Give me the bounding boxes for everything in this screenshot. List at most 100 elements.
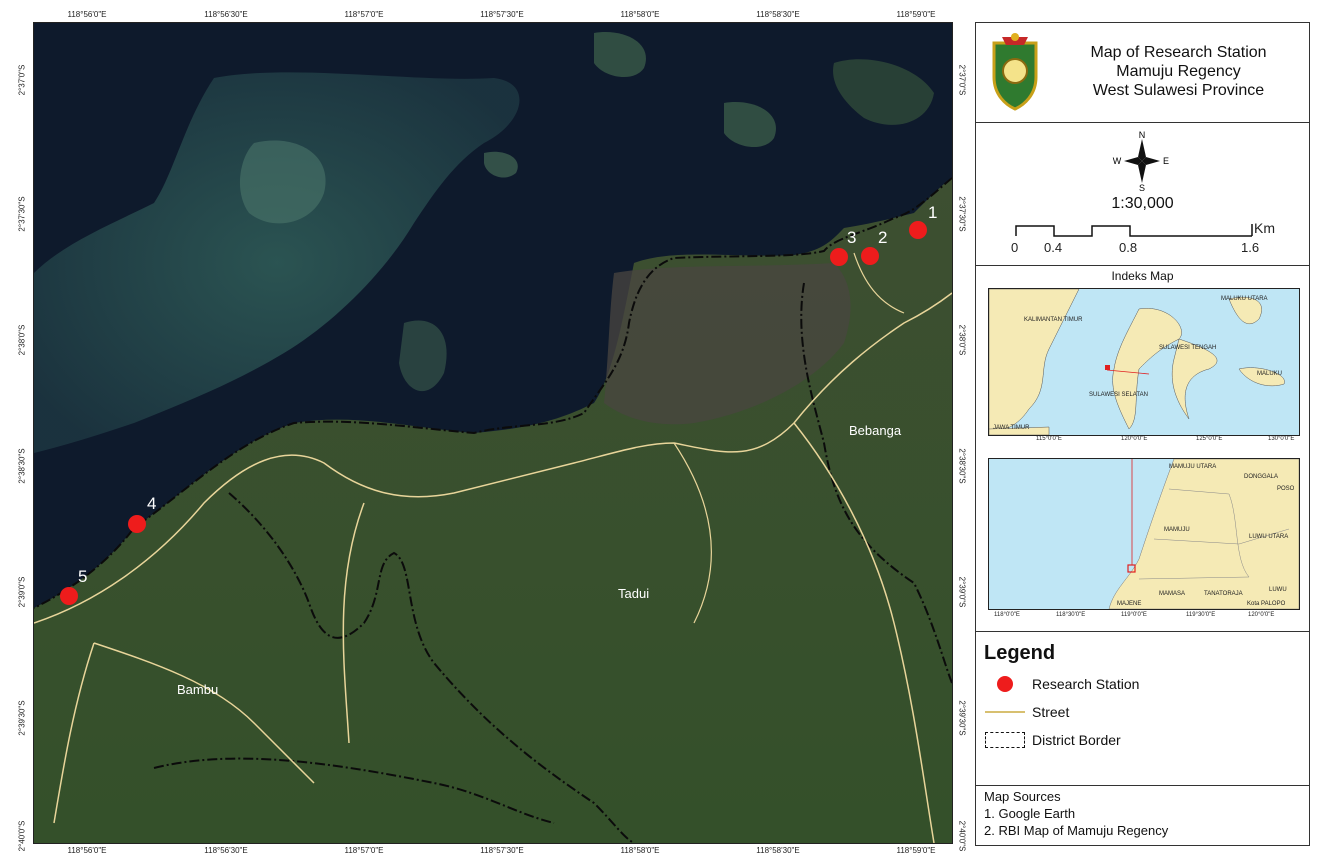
- legend-item: Research Station: [984, 674, 1139, 694]
- scale-bar: [1015, 224, 1253, 237]
- research-station-marker[interactable]: [830, 248, 848, 266]
- index-label: SULAWESI SELATAN: [1089, 392, 1148, 398]
- index-tick: 120°0'0"E: [1121, 436, 1148, 442]
- index-tick: 115°0'0"E: [1036, 436, 1062, 442]
- index-label: LUWU UTARA: [1249, 534, 1289, 540]
- index-tick: 119°0'0"E: [1121, 612, 1147, 618]
- bottom-coord-label: 118°57'0"E: [344, 846, 384, 855]
- index-label: MALUKU: [1257, 371, 1283, 377]
- left-coord-label: 2°39'0"S: [17, 576, 27, 608]
- left-coord-label: 2°37'30"S: [17, 196, 27, 232]
- university-logo: [992, 33, 1038, 111]
- right-coord-label: 2°39'30"S: [957, 700, 967, 736]
- title-box: Map of Research Station Mamuju Regency W…: [976, 23, 1309, 123]
- bottom-coord-label: 118°58'30"E: [756, 846, 800, 855]
- scale-ratio: 1:30,000: [1111, 195, 1174, 212]
- index-label: MAJENE: [1117, 601, 1142, 607]
- index-label: MAMASA: [1159, 591, 1186, 597]
- source-item: 1. Google Earth: [984, 806, 1076, 821]
- index-tick: 130°0'0"E: [1268, 436, 1295, 442]
- research-station-label: 4: [147, 494, 156, 513]
- left-coord-label: 2°38'30"S: [17, 448, 27, 484]
- north-label: N: [1139, 131, 1146, 140]
- left-coord-label: 2°37'0"S: [17, 64, 27, 96]
- right-coord-label: 2°38'30"S: [957, 448, 967, 484]
- index-map-upper[interactable]: KALIMANTAN TIMUR MALUKU UTARA SULAWESI T…: [988, 288, 1300, 436]
- bottom-coord-label: 118°59'0"E: [896, 846, 936, 855]
- bottom-coord-label: 118°58'0"E: [620, 846, 660, 855]
- index-label: MAMUJU UTARA: [1169, 464, 1217, 470]
- source-item: 2. RBI Map of Mamuju Regency: [984, 823, 1169, 838]
- index-map-lower[interactable]: MAMUJU UTARA DONGGALA POSO MAMUJU LUWU U…: [988, 458, 1300, 610]
- right-coord-label: 2°37'0"S: [957, 64, 967, 96]
- district-border-icon: [985, 732, 1025, 748]
- research-station-label: 2: [878, 228, 887, 247]
- scale-tick: 1.6: [1241, 240, 1260, 255]
- research-station-marker[interactable]: [909, 221, 927, 239]
- research-station-label: 1: [928, 203, 937, 222]
- index-tick: 119°30'0"E: [1186, 612, 1216, 618]
- east-label: E: [1163, 156, 1169, 166]
- index-label: SULAWESI TENGAH: [1159, 345, 1217, 351]
- index-label: TANATORAJA: [1204, 591, 1243, 597]
- scale-unit: Km: [1254, 220, 1275, 236]
- scale-tick: 0.8: [1119, 240, 1138, 255]
- right-coord-label: 2°39'0"S: [957, 576, 967, 608]
- top-coord-label: 118°56'0"E: [67, 10, 107, 19]
- sources-box: Map Sources 1. Google Earth 2. RBI Map o…: [976, 786, 1309, 845]
- north-arrow-icon: N S W E: [1113, 131, 1169, 191]
- research-station-label: 5: [78, 567, 87, 586]
- index-label: DONGGALA: [1244, 474, 1279, 480]
- top-coord-label: 118°57'30"E: [480, 10, 524, 19]
- research-station-label: 3: [847, 228, 856, 247]
- legend-box: Legend Research Station Street District …: [976, 632, 1309, 786]
- legend-label: District Border: [1032, 732, 1121, 748]
- street-line-icon: [985, 711, 1025, 713]
- index-label: KALIMANTAN TIMUR: [1024, 317, 1083, 323]
- index-label: Kota PALOPO: [1247, 601, 1286, 607]
- scale-tick: 0: [1011, 240, 1019, 255]
- scale-box: N S W E 1:30,000 0 0.4 0.8 1.6 Km: [976, 123, 1309, 266]
- red-dot-icon: [997, 676, 1013, 692]
- scale-tick: 0.4: [1044, 240, 1063, 255]
- map-info-panel: Map of Research Station Mamuju Regency W…: [975, 22, 1310, 846]
- west-label: W: [1113, 156, 1122, 166]
- index-tick: 120°0'0"E: [1248, 612, 1275, 618]
- research-station-marker[interactable]: [60, 587, 78, 605]
- research-station-marker[interactable]: [128, 515, 146, 533]
- index-tick: 118°0'0"E: [994, 612, 1020, 618]
- map-title-line: West Sulawesi Province: [1092, 82, 1265, 99]
- bottom-coord-label: 118°57'30"E: [480, 846, 524, 855]
- top-coord-label: 118°57'0"E: [344, 10, 384, 19]
- index-map-box: Indeks Map KALIMANTAN TIMUR MALUKU UTARA…: [976, 266, 1309, 632]
- top-coord-label: 118°59'0"E: [896, 10, 936, 19]
- index-tick: 118°30'0"E: [1056, 612, 1086, 618]
- map-title-line: Mamuju Regency: [1116, 63, 1241, 80]
- research-station-marker[interactable]: [861, 247, 879, 265]
- left-coord-label: 2°40'0"S: [17, 820, 27, 852]
- satellite-map[interactable]: Bebanga Tadui Bambu 1 2 3 4 5: [33, 22, 953, 844]
- index-label: MALUKU UTARA: [1221, 296, 1268, 302]
- place-label-tadui: Tadui: [618, 586, 649, 601]
- legend-label: Street: [1032, 704, 1070, 720]
- map-canvas: Bebanga Tadui Bambu 1 2 3 4 5: [34, 23, 952, 843]
- legend-item: District Border: [984, 730, 1121, 750]
- index-label: POSO: [1277, 486, 1295, 492]
- bottom-coord-label: 118°56'30"E: [204, 846, 248, 855]
- sources-title: Map Sources: [984, 789, 1061, 804]
- index-label: JAWA TIMUR: [993, 425, 1030, 431]
- top-coord-label: 118°58'30"E: [756, 10, 800, 19]
- place-label-bambu: Bambu: [177, 682, 218, 697]
- index-label: LUWU: [1269, 587, 1287, 593]
- legend-item: Street: [984, 702, 1069, 722]
- right-coord-label: 2°37'30"S: [957, 196, 967, 232]
- map-title-line: Map of Research Station: [1090, 44, 1267, 61]
- top-coord-label: 118°58'0"E: [620, 10, 660, 19]
- south-label: S: [1139, 183, 1145, 191]
- right-coord-label: 2°40'0"S: [957, 820, 967, 852]
- place-label-bebanga: Bebanga: [849, 423, 902, 438]
- right-coord-label: 2°38'0"S: [957, 324, 967, 356]
- index-map-title: Indeks Map: [1111, 269, 1174, 283]
- index-label: MAMUJU: [1164, 527, 1190, 533]
- left-coord-label: 2°39'30"S: [17, 700, 27, 736]
